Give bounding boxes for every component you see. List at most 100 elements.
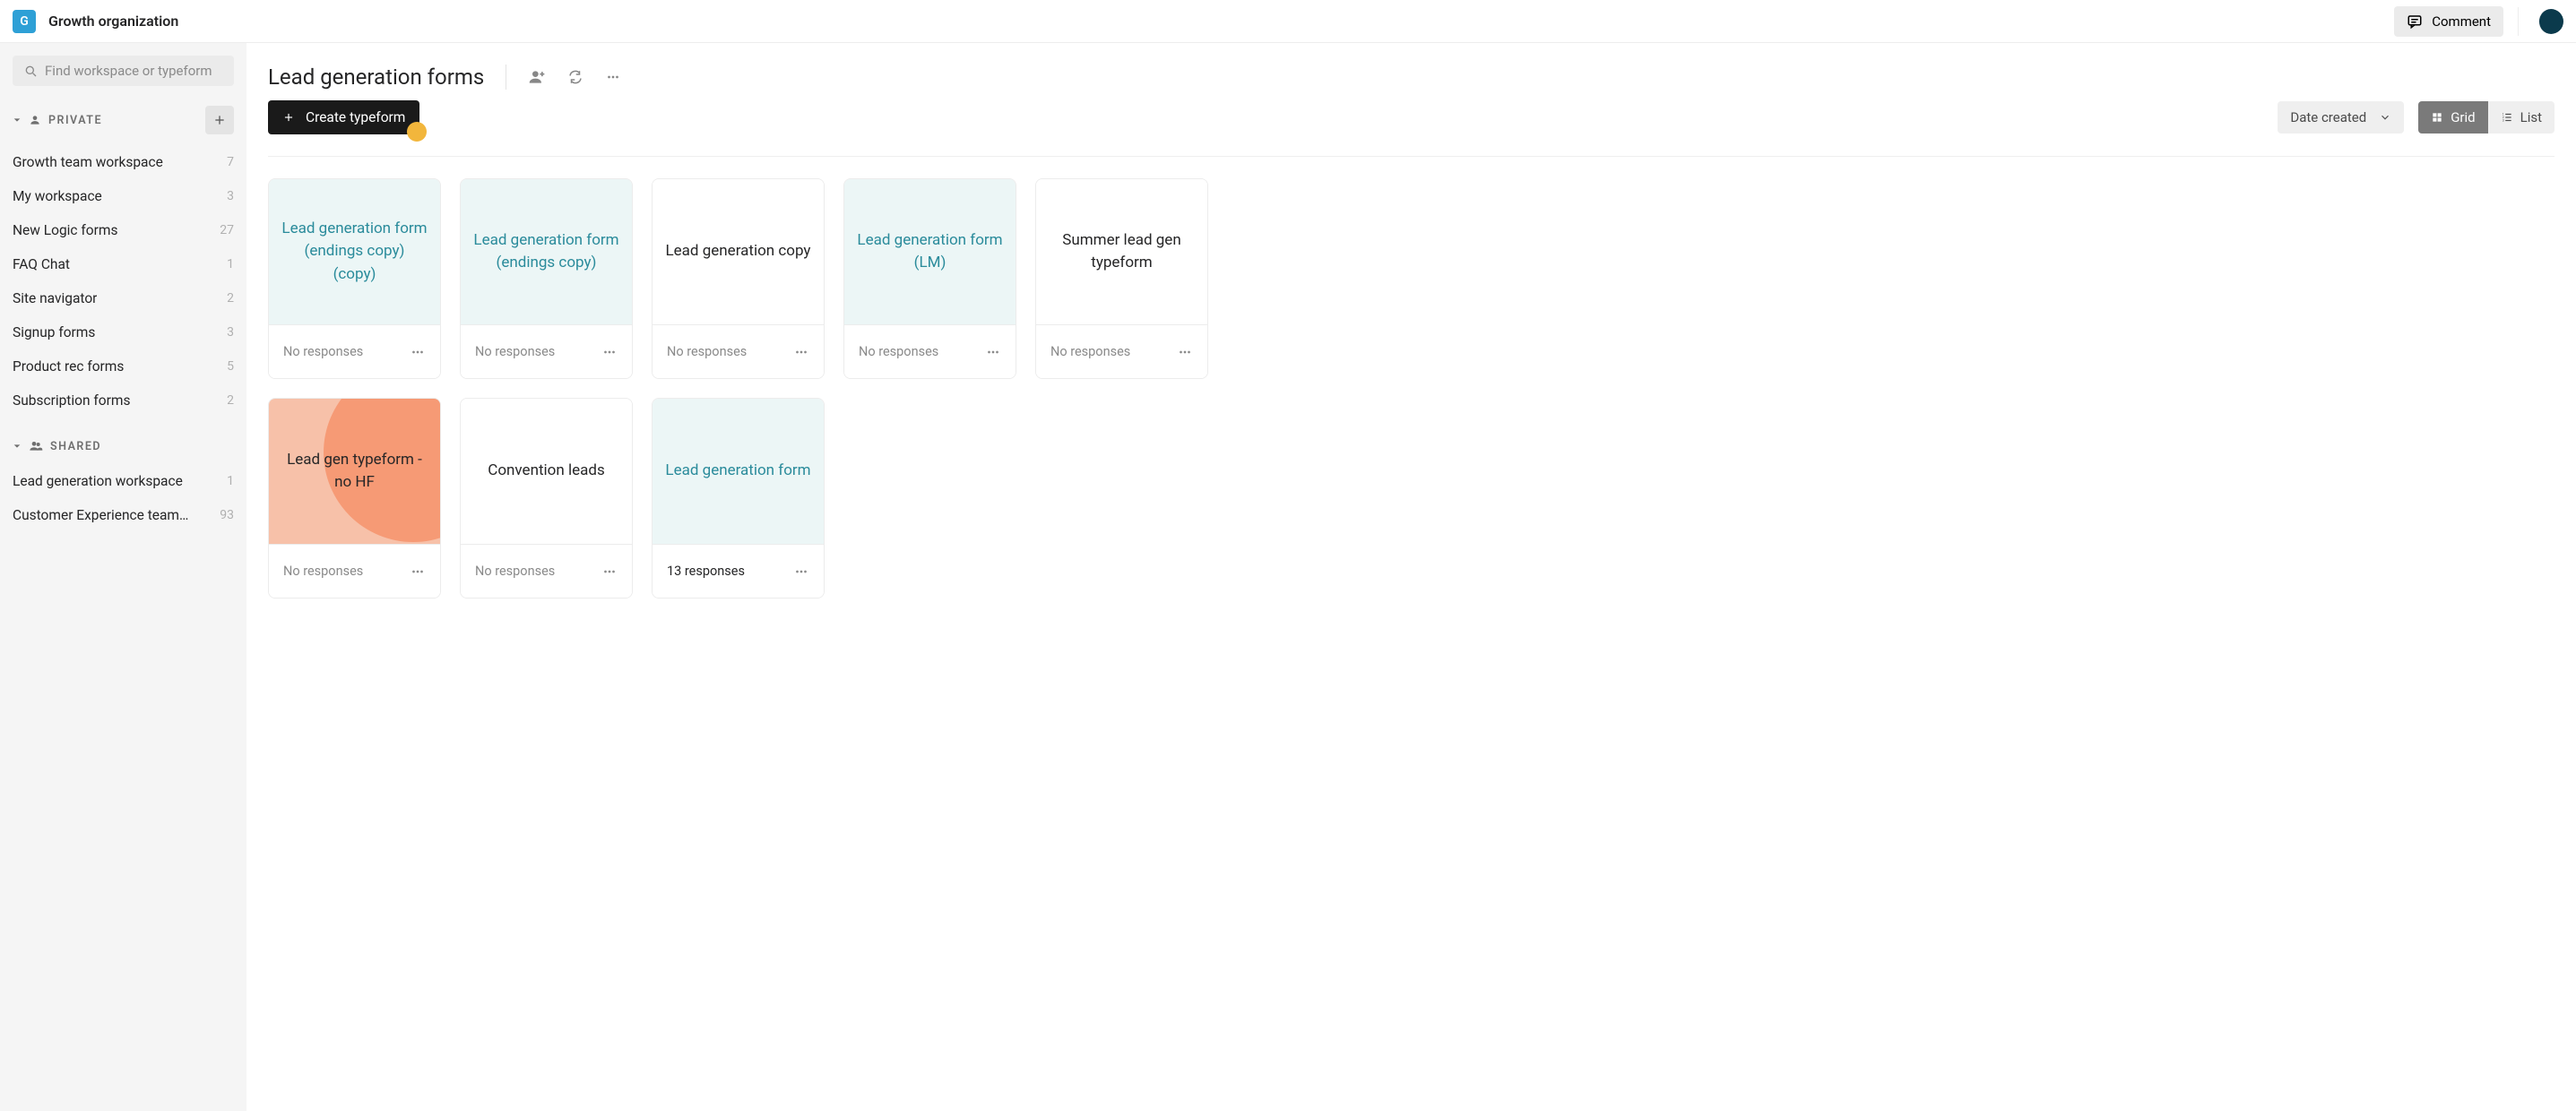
form-card[interactable]: Summer lead gen typeform No responses: [1035, 178, 1208, 379]
sidebar-item-count: 3: [227, 325, 234, 340]
search-placeholder: Find workspace or typeform: [45, 63, 212, 79]
sidebar-item-private[interactable]: Signup forms3: [13, 315, 234, 349]
card-responses: No responses: [475, 344, 555, 359]
topbar: G Growth organization Comment: [0, 0, 2576, 43]
card-footer: 13 responses: [653, 544, 824, 598]
add-person-icon: [528, 68, 546, 86]
dots-icon: [601, 344, 618, 360]
card-more-button[interactable]: [985, 344, 1001, 360]
dots-icon: [601, 564, 618, 580]
sidebar-item-count: 2: [227, 393, 234, 408]
sidebar-item-label: My workspace: [13, 188, 102, 204]
card-preview: Lead generation form (LM): [844, 179, 1016, 324]
toolbar: Create typeform Date created Grid List: [268, 100, 2554, 157]
comment-button[interactable]: Comment: [2394, 6, 2503, 37]
form-card[interactable]: Lead generation form (endings copy) No r…: [460, 178, 633, 379]
sidebar-item-label: Subscription forms: [13, 392, 130, 409]
sidebar: Find workspace or typeform PRIVATE Growt…: [0, 43, 246, 1111]
sidebar-item-label: Site navigator: [13, 290, 97, 306]
search-input[interactable]: Find workspace or typeform: [13, 56, 234, 86]
dots-icon: [985, 344, 1001, 360]
sidebar-item-private[interactable]: Growth team workspace7: [13, 145, 234, 179]
topbar-left: G Growth organization: [13, 10, 178, 33]
sidebar-item-count: 3: [227, 189, 234, 203]
card-footer: No responses: [844, 324, 1016, 378]
view-list-button[interactable]: List: [2488, 101, 2554, 133]
form-card[interactable]: Lead generation copy No responses: [652, 178, 825, 379]
sidebar-item-label: Product rec forms: [13, 358, 124, 375]
sidebar-item-private[interactable]: Product rec forms 5: [13, 349, 234, 383]
sync-button[interactable]: [567, 69, 583, 85]
card-more-button[interactable]: [793, 344, 809, 360]
person-icon: [29, 114, 41, 126]
card-title: Lead generation copy: [666, 240, 811, 263]
org-name[interactable]: Growth organization: [48, 13, 178, 30]
sidebar-item-private[interactable]: Subscription forms 2: [13, 383, 234, 418]
sidebar-item-private[interactable]: Site navigator 2: [13, 281, 234, 315]
sidebar-item-private[interactable]: New Logic forms 27: [13, 213, 234, 247]
card-footer: No responses: [1036, 324, 1207, 378]
org-badge[interactable]: G: [13, 10, 36, 33]
sidebar-item-shared[interactable]: Lead generation workspace1: [13, 464, 234, 498]
page-title: Lead generation forms: [268, 65, 484, 90]
create-typeform-button[interactable]: Create typeform: [268, 100, 419, 134]
sort-dropdown[interactable]: Date created: [2278, 101, 2404, 133]
card-footer: No responses: [653, 324, 824, 378]
card-more-button[interactable]: [601, 344, 618, 360]
card-footer: No responses: [461, 544, 632, 598]
card-more-button[interactable]: [410, 344, 426, 360]
card-preview: Lead generation form: [653, 399, 824, 544]
card-responses: No responses: [283, 344, 363, 359]
card-footer: No responses: [461, 324, 632, 378]
sidebar-item-shared[interactable]: Customer Experience team …93: [13, 498, 234, 532]
add-workspace-button[interactable]: [205, 106, 234, 134]
card-preview: Summer lead gen typeform: [1036, 179, 1207, 324]
private-label: PRIVATE: [48, 114, 102, 127]
sidebar-item-count: 1: [227, 474, 234, 488]
dots-icon: [793, 564, 809, 580]
sidebar-item-count: 2: [227, 291, 234, 306]
form-card[interactable]: Lead gen typeform - no HF No responses: [268, 398, 441, 599]
comment-icon: [2407, 13, 2423, 30]
invite-members-button[interactable]: [528, 68, 546, 86]
sidebar-section-shared-head: SHARED: [13, 439, 234, 453]
more-options-button[interactable]: [605, 69, 621, 85]
form-card[interactable]: Lead generation form 13 responses: [652, 398, 825, 599]
card-more-button[interactable]: [410, 564, 426, 580]
people-icon: [29, 439, 43, 453]
sidebar-item-count: 5: [227, 359, 234, 374]
card-responses: No responses: [283, 564, 363, 579]
card-title: Lead generation form (LM): [857, 229, 1003, 275]
sidebar-section-private-head: PRIVATE: [13, 106, 234, 134]
sidebar-item-count: 1: [227, 257, 234, 271]
sidebar-item-count: 27: [220, 223, 234, 237]
card-title: Lead generation form: [665, 460, 810, 483]
card-preview: Lead generation form (endings copy): [461, 179, 632, 324]
sidebar-item-private[interactable]: FAQ Chat1: [13, 247, 234, 281]
main: Lead generation forms Create typeform Da…: [246, 43, 2576, 1111]
card-more-button[interactable]: [793, 564, 809, 580]
list-icon: [2501, 111, 2513, 124]
card-responses: No responses: [667, 344, 747, 359]
card-more-button[interactable]: [1177, 344, 1193, 360]
view-grid-button[interactable]: Grid: [2418, 101, 2487, 133]
form-card[interactable]: Convention leads No responses: [460, 398, 633, 599]
sidebar-item-private[interactable]: My workspace 3: [13, 179, 234, 213]
card-title: Lead gen typeform - no HF: [281, 449, 428, 495]
caret-down-icon: [13, 116, 22, 125]
avatar[interactable]: [2538, 9, 2563, 34]
main-head: Lead generation forms: [268, 65, 2554, 90]
sidebar-section-shared-toggle[interactable]: SHARED: [13, 439, 101, 453]
sidebar-item-label: Growth team workspace: [13, 154, 163, 170]
sidebar-item-label: New Logic forms: [13, 222, 117, 238]
form-card[interactable]: Lead generation form (LM) No responses: [843, 178, 1016, 379]
topbar-divider: [2518, 7, 2519, 36]
card-preview: Lead generation copy: [653, 179, 824, 324]
view-toggle: Grid List: [2418, 101, 2554, 133]
form-card[interactable]: Lead generation form (endings copy) (cop…: [268, 178, 441, 379]
grid-icon: [2431, 111, 2443, 124]
sidebar-section-private-toggle[interactable]: PRIVATE: [13, 114, 102, 127]
dots-icon: [1177, 344, 1193, 360]
card-more-button[interactable]: [601, 564, 618, 580]
chevron-down-icon: [2379, 111, 2391, 124]
